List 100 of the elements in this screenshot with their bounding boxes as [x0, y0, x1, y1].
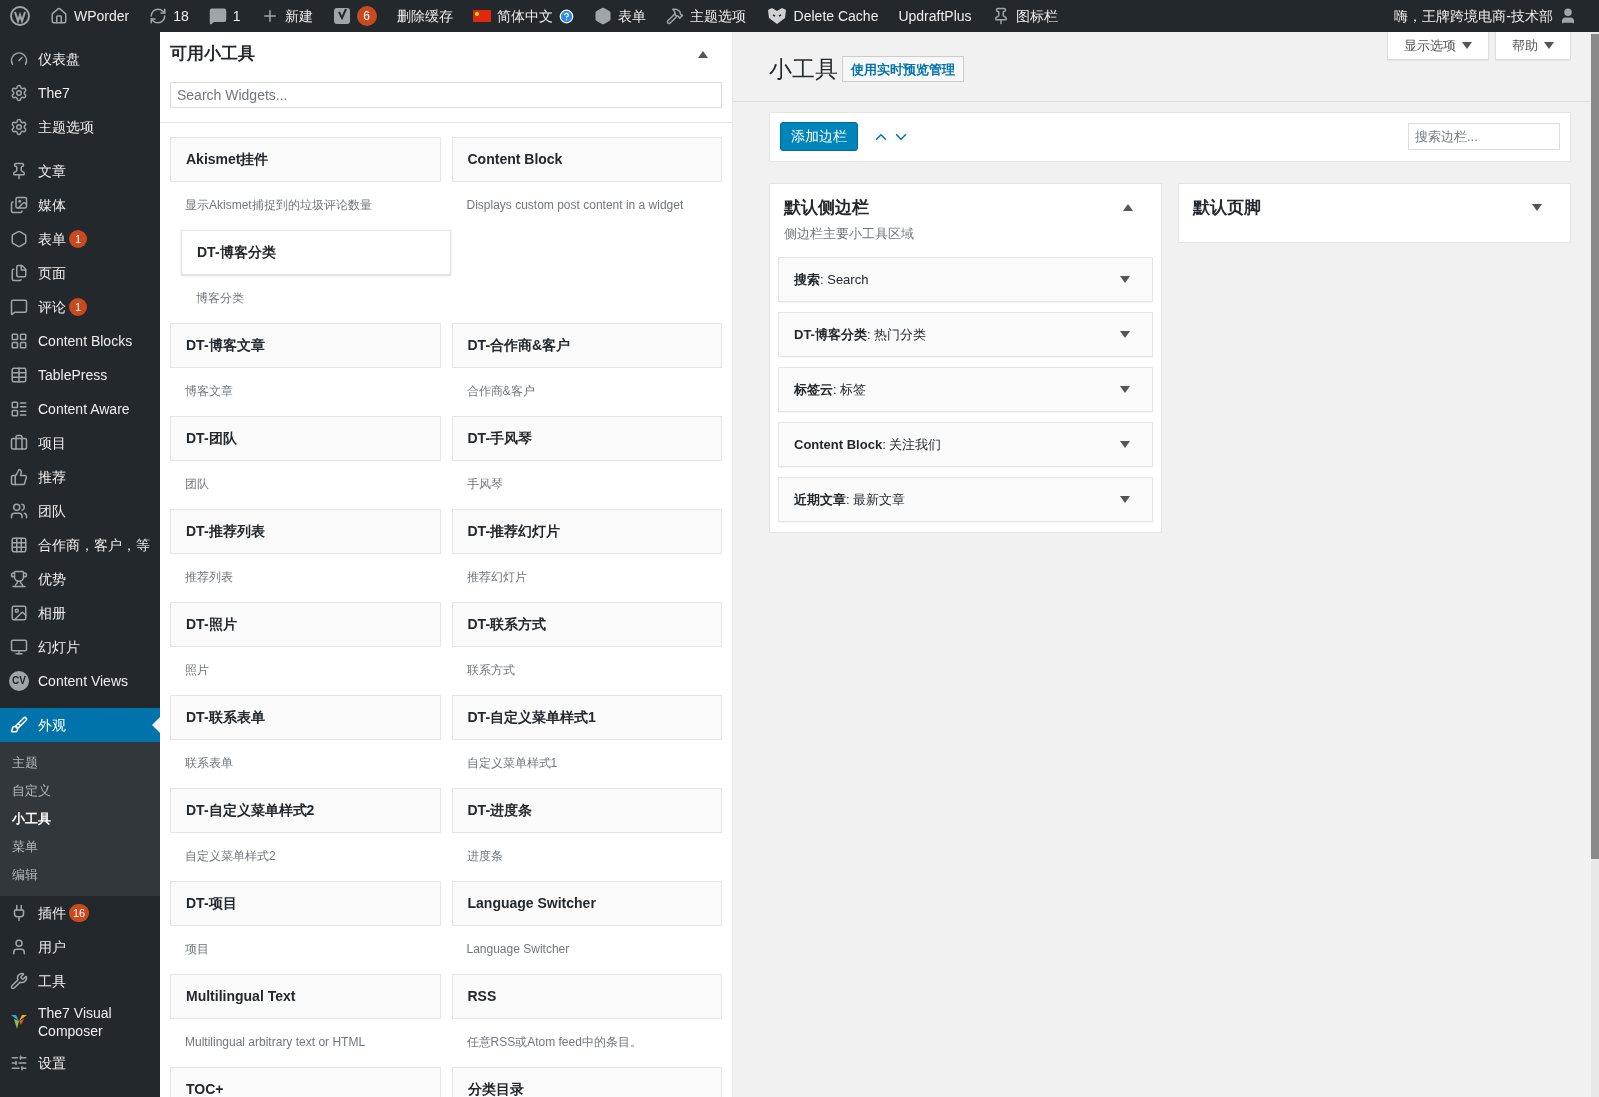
screen-tab[interactable]: 显示选项 [1387, 32, 1489, 60]
sidebar-search-field[interactable]: 搜索边栏... [1408, 123, 1560, 150]
widget-card[interactable]: Multilingual Text [170, 974, 441, 1019]
update-count-badge: 6 [356, 6, 377, 26]
collapse-icon[interactable] [1123, 204, 1133, 211]
widget-card[interactable]: Akismet挂件 [170, 137, 441, 182]
widget-card[interactable]: Language Switcher [451, 881, 722, 926]
widget-card[interactable]: 分类目录 [451, 1067, 722, 1097]
sidebar-menu-item[interactable]: 幻灯片 [0, 630, 160, 664]
admin-bar-item[interactable]: 新建 [250, 0, 323, 32]
widget-card[interactable]: DT-联系方式 [451, 602, 722, 647]
sidebar-menu-item[interactable]: 工具 [0, 964, 160, 998]
widget-card[interactable]: TOC+ [170, 1067, 441, 1097]
thumbs-up-icon [10, 468, 28, 486]
placed-widget[interactable]: DT-博客分类: 热门分类 [778, 312, 1153, 357]
widget-description: 博客分类 [195, 290, 245, 307]
submenu-item[interactable]: 菜单 [0, 833, 160, 861]
sidebar-title[interactable]: 默认页脚 [1193, 194, 1261, 221]
sidebar-menu-item[interactable]: 页面 [0, 256, 160, 290]
admin-bar-item[interactable]: 1 [198, 0, 251, 32]
placed-widget[interactable]: 近期文章: 最新文章 [778, 477, 1153, 522]
sidebar-menu-item[interactable]: The7 [0, 76, 160, 110]
sidebar-menu-item[interactable]: 插件 16 [0, 896, 160, 930]
sidebar-title[interactable]: 默认侧边栏 [784, 194, 869, 221]
widget-description: 自定义菜单样式2 [184, 848, 277, 865]
widget-card[interactable]: DT-自定义菜单样式2 [170, 788, 441, 833]
admin-bar-item[interactable]: UpdraftPlus [888, 0, 982, 32]
sidebar-menu-item[interactable]: 设置 [0, 1046, 160, 1080]
admin-bar-item[interactable]: 删除缓存 [386, 0, 463, 32]
widget-card[interactable]: Content Block [451, 137, 722, 182]
admin-bar-item[interactable]: 简体中文 [462, 0, 584, 32]
menu-label: 主题选项 [38, 118, 94, 136]
admin-bar-item[interactable]: WPorder [40, 0, 140, 32]
widget-card[interactable]: DT-合作商&客户 [451, 323, 722, 368]
sidebar-menu-item[interactable]: 外观 [0, 708, 160, 742]
caret-icon[interactable] [1462, 42, 1472, 49]
widget-card[interactable]: DT-推荐列表 [170, 509, 441, 554]
admin-bar-item[interactable]: 表单 [583, 0, 656, 32]
sidebar-menu-item[interactable]: CV Content Views [0, 664, 160, 698]
admin-bar-item[interactable]: 6 [322, 0, 387, 32]
widget-card[interactable]: DT-博客文章 [170, 323, 441, 368]
count-badge: 1 [69, 298, 87, 316]
caret-icon[interactable] [1544, 42, 1554, 49]
placed-widget[interactable]: 搜索: Search [778, 257, 1153, 302]
widget-card[interactable]: DT-团队 [170, 416, 441, 461]
placed-widget[interactable]: Content Block: 关注我们 [778, 422, 1153, 467]
sidebar-menu-item[interactable]: Content Blocks [0, 324, 160, 358]
admin-bar-item[interactable]: 18 [139, 0, 199, 32]
sidebar-menu-item[interactable]: 合作商，客户，等 [0, 528, 160, 562]
expand-icon[interactable] [1120, 386, 1130, 393]
collapse-icon[interactable] [698, 50, 708, 58]
submenu-item[interactable]: 自定义 [0, 777, 160, 805]
expand-icon[interactable] [1120, 441, 1130, 448]
admin-bar-item[interactable]: Delete Cache [755, 0, 889, 32]
widget-card[interactable]: DT-自定义菜单样式1 [451, 695, 722, 740]
expand-icon[interactable] [1120, 276, 1130, 283]
hexagon-icon [10, 230, 28, 248]
widget-card[interactable]: DT-项目 [170, 881, 441, 926]
widget-description: 显示Akismet捕捉到的垃圾评论数量 [184, 197, 373, 214]
sidebar-menu-item[interactable]: 项目 [0, 426, 160, 460]
widget-card[interactable]: DT-照片 [170, 602, 441, 647]
sidebar-menu-item[interactable]: TablePress [0, 358, 160, 392]
widget-card[interactable]: DT-进度条 [451, 788, 722, 833]
sidebar-menu-item[interactable]: 推荐 [0, 460, 160, 494]
sidebar-menu-item[interactable]: 文章 [0, 154, 160, 188]
widget-card[interactable]: RSS [451, 974, 722, 1019]
expand-icon[interactable] [1120, 331, 1130, 338]
expand-icon[interactable] [1120, 496, 1130, 503]
account-link[interactable]: 嗨，王牌跨境电商-技术部 [1384, 5, 1599, 27]
widget-card[interactable]: DT-博客分类 [181, 230, 451, 275]
wordpress-logo-icon[interactable] [10, 6, 30, 26]
sidebar-menu-item[interactable]: 主题选项 [0, 110, 160, 144]
widget-card[interactable]: DT-推荐幻灯片 [451, 509, 722, 554]
placed-widget[interactable]: 标签云: 标签 [778, 367, 1153, 412]
live-preview-button[interactable]: 使用实时预览管理 [842, 56, 964, 83]
search-field[interactable]: Search Widgets... [170, 82, 722, 108]
menu-label: 仪表盘 [38, 50, 80, 68]
sidebar-menu-item[interactable]: 仪表盘 [0, 42, 160, 76]
sidebar-menu-item[interactable]: The7 Visual Composer [0, 998, 160, 1046]
sidebar-menu-item[interactable]: 优势 [0, 562, 160, 596]
widget-card[interactable]: DT-联系表单 [170, 695, 441, 740]
widget-description: 推荐列表 [184, 569, 234, 586]
admin-bar-item[interactable]: 主题选项 [655, 0, 756, 32]
expand-icon[interactable] [1532, 204, 1542, 211]
sidebar-menu-item[interactable]: 用户 [0, 930, 160, 964]
admin-bar-item[interactable]: 图标栏 [981, 0, 1068, 32]
sidebar-menu-item[interactable]: Content Aware [0, 392, 160, 426]
avatar-icon [1559, 7, 1577, 25]
sidebar-menu-item[interactable]: 表单 1 [0, 222, 160, 256]
sidebar-menu-item[interactable]: 媒体 [0, 188, 160, 222]
sidebar-description: 侧边栏主要小工具区域 [783, 224, 915, 243]
sidebar-menu-item[interactable]: 团队 [0, 494, 160, 528]
add-sidebar-button[interactable]: 添加边栏 [780, 122, 858, 151]
screen-tab[interactable]: 帮助 [1495, 32, 1571, 60]
widget-card[interactable]: DT-手风琴 [451, 416, 722, 461]
submenu-item[interactable]: 主题 [0, 749, 160, 777]
sidebar-menu-item[interactable]: 相册 [0, 596, 160, 630]
submenu-item[interactable]: 编辑 [0, 861, 160, 889]
submenu-item[interactable]: 小工具 [0, 805, 160, 833]
sidebar-menu-item[interactable]: 评论 1 [0, 290, 160, 324]
